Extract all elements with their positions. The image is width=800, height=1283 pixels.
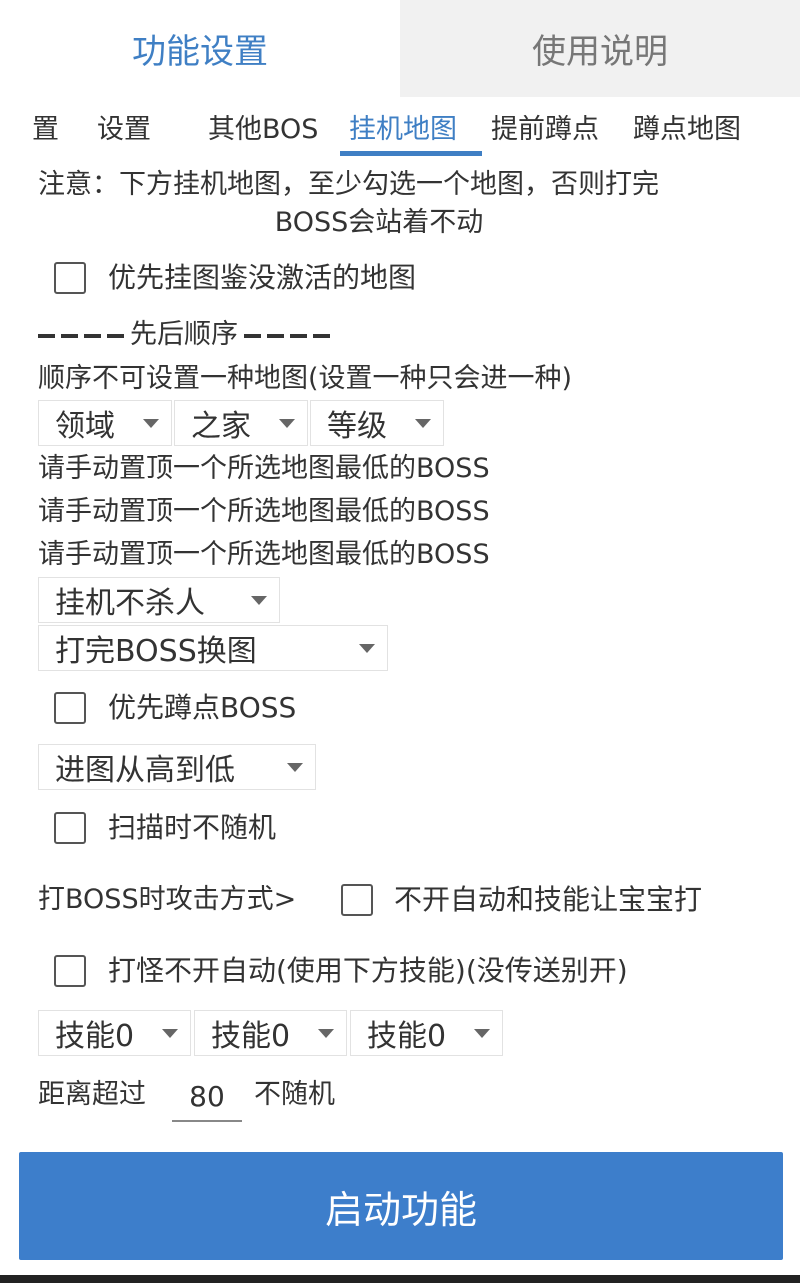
subtab-other-boss-label: 其他BOS <box>208 114 319 145</box>
order-hint: 顺序不可设置一种地图(设置一种只会进一种) <box>38 363 573 394</box>
subtab-idle-map-label: 挂机地图 <box>349 114 457 145</box>
map-order-value: 进图从高到低 <box>55 753 235 788</box>
pin-hint-1: 请手动置顶一个所选地图最低的BOSS <box>38 453 490 484</box>
boss-attack-pet-checkbox[interactable] <box>341 884 373 916</box>
start-function-button[interactable]: 启动功能 <box>19 1152 783 1260</box>
distance-prefix: 距离超过 <box>38 1079 146 1110</box>
boss-attack-pet-label: 不开自动和技能让宝宝打 <box>394 883 703 916</box>
prefer-inactive-map-label: 优先挂图鉴没激活的地图 <box>108 261 417 294</box>
order-dropdown-1[interactable]: 领域 <box>38 400 172 446</box>
order-divider: 先后顺序 <box>38 316 336 354</box>
skill-dropdown-2[interactable]: 技能0 <box>194 1010 347 1056</box>
start-function-label: 启动功能 <box>324 1187 477 1232</box>
scan-no-random-checkbox[interactable] <box>54 812 86 844</box>
subtab-idle-map[interactable]: 挂机地图 <box>349 110 457 150</box>
skill-dropdown-1[interactable]: 技能0 <box>38 1010 191 1056</box>
subtab-early-camp[interactable]: 提前蹲点 <box>491 110 599 150</box>
subtab-early-camp-label: 提前蹲点 <box>491 114 599 145</box>
tab-function-settings[interactable]: 功能设置 <box>0 0 400 97</box>
subtab-other-boss[interactable]: 其他BOS <box>208 110 318 150</box>
skill-dropdown-3-value: 技能0 <box>367 1019 447 1054</box>
order-dropdown-3[interactable]: 等级 <box>310 400 444 446</box>
subtab-settings-label: 设置 <box>97 114 151 145</box>
monster-no-auto-checkbox[interactable] <box>54 955 86 987</box>
chevron-down-icon <box>474 1029 490 1038</box>
subtab-camp-map[interactable]: 蹲点地图 <box>633 110 741 150</box>
skill-dropdown-2-value: 技能0 <box>211 1019 291 1054</box>
bottom-edge-bar <box>0 1275 800 1283</box>
distance-input[interactable] <box>172 1072 242 1122</box>
chevron-down-icon <box>251 596 267 605</box>
chevron-down-icon <box>143 419 159 428</box>
after-boss-dropdown[interactable]: 打完BOSS换图 <box>38 625 388 671</box>
active-tab-indicator <box>340 151 482 156</box>
pin-hint-2: 请手动置顶一个所选地图最低的BOSS <box>38 496 490 527</box>
prefer-camp-boss-label: 优先蹲点BOSS <box>108 691 297 724</box>
subtab-partial-label: 置 <box>32 114 59 145</box>
chevron-down-icon <box>287 763 303 772</box>
chevron-down-icon <box>359 644 375 653</box>
tab-usage-instructions-label: 使用说明 <box>532 32 668 72</box>
kill-mode-value: 挂机不杀人 <box>55 586 205 621</box>
boss-attack-label: 打BOSS时攻击方式> <box>38 884 297 915</box>
kill-mode-dropdown[interactable]: 挂机不杀人 <box>38 577 280 623</box>
order-dropdown-1-value: 领域 <box>55 409 115 444</box>
order-dropdown-2[interactable]: 之家 <box>174 400 308 446</box>
order-divider-label: 先后顺序 <box>130 319 238 350</box>
prefer-inactive-map-checkbox[interactable] <box>54 262 86 294</box>
after-boss-value: 打完BOSS换图 <box>55 634 257 669</box>
chevron-down-icon <box>415 419 431 428</box>
distance-suffix: 不随机 <box>254 1079 335 1110</box>
subtab-settings[interactable]: 设置 <box>97 110 151 150</box>
map-order-dropdown[interactable]: 进图从高到低 <box>38 744 316 790</box>
order-dropdown-2-value: 之家 <box>191 409 251 444</box>
chevron-down-icon <box>318 1029 334 1038</box>
monster-no-auto-label: 打怪不开自动(使用下方技能)(没传送别开) <box>108 954 628 987</box>
tab-usage-instructions[interactable]: 使用说明 <box>400 0 800 97</box>
chevron-down-icon <box>279 419 295 428</box>
skill-dropdown-3[interactable]: 技能0 <box>350 1010 503 1056</box>
pin-hint-3: 请手动置顶一个所选地图最低的BOSS <box>38 539 490 570</box>
skill-dropdown-1-value: 技能0 <box>55 1019 135 1054</box>
notice-text: 注意：下方挂机地图，至少勾选一个地图，否则打完 BOSS会站着不动 <box>38 166 778 242</box>
notice-line-2: BOSS会站着不动 <box>274 207 484 238</box>
notice-line-1: 注意：下方挂机地图，至少勾选一个地图，否则打完 <box>38 169 659 200</box>
subtab-camp-map-label: 蹲点地图 <box>633 114 741 145</box>
prefer-camp-boss-checkbox[interactable] <box>54 692 86 724</box>
order-dropdown-3-value: 等级 <box>327 409 387 444</box>
scan-no-random-label: 扫描时不随机 <box>108 811 277 844</box>
tab-function-settings-label: 功能设置 <box>132 32 268 72</box>
subtab-partial[interactable]: 置 <box>32 110 59 150</box>
chevron-down-icon <box>162 1029 178 1038</box>
